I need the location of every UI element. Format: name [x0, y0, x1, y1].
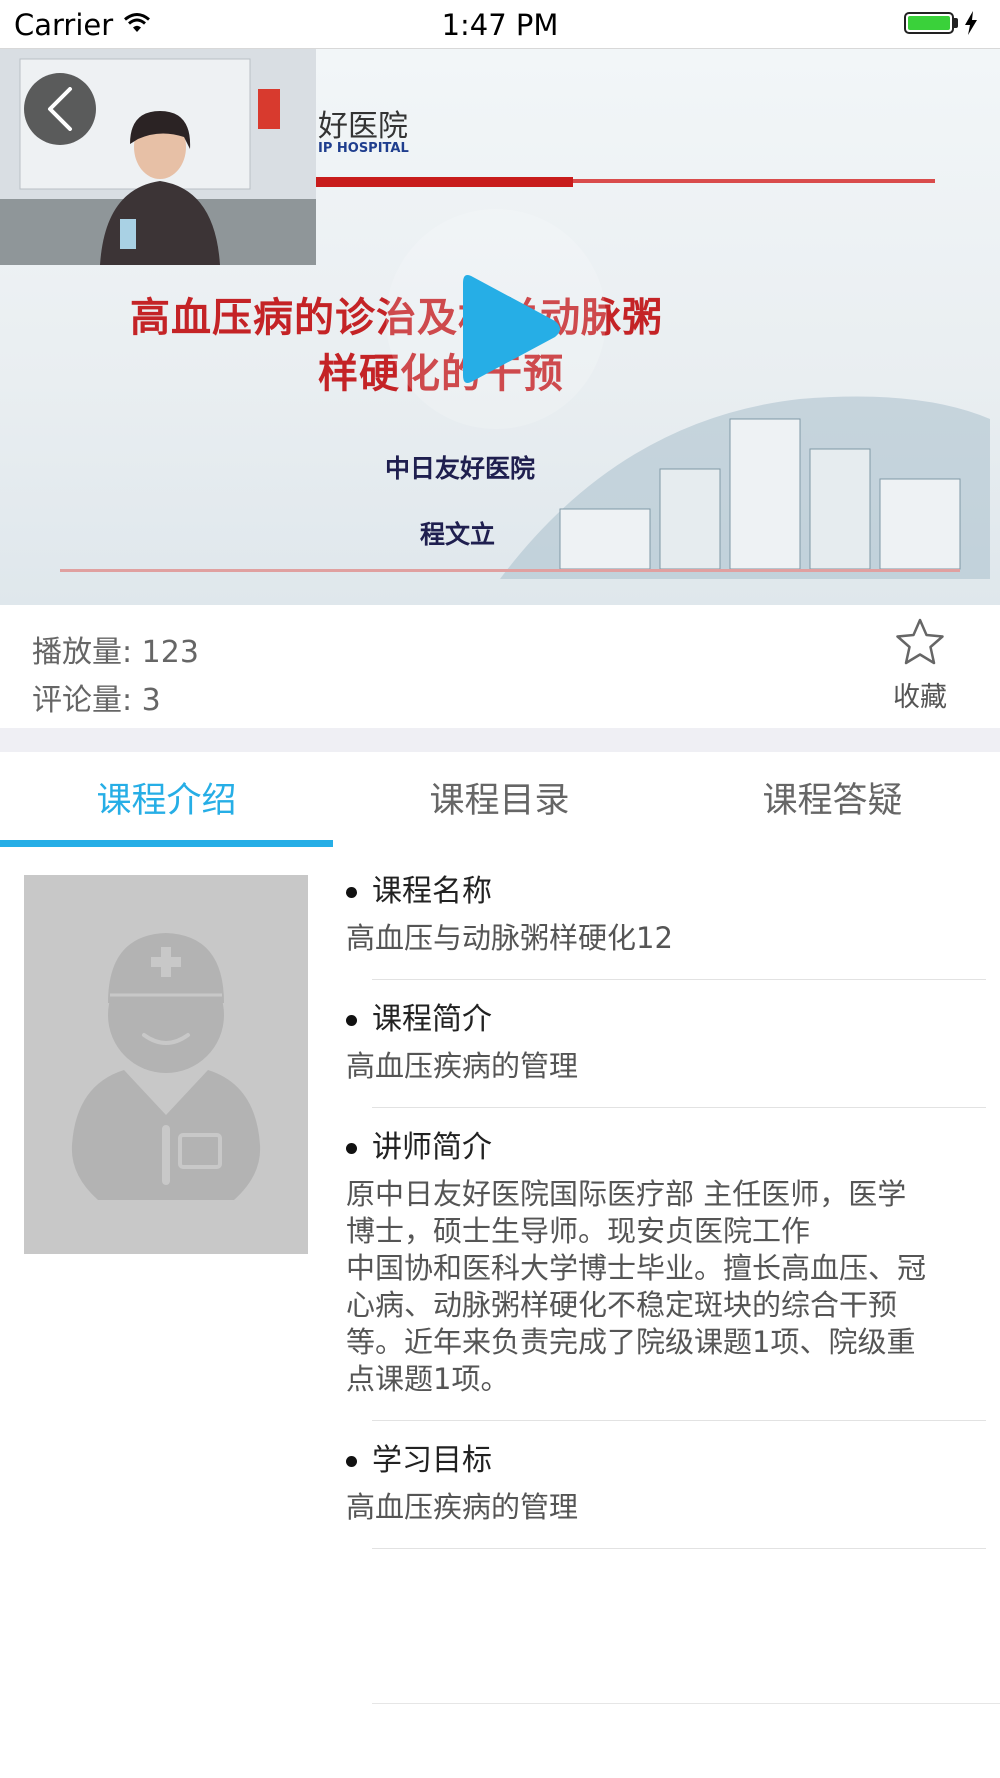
- play-count: 播放量: 123: [32, 635, 199, 670]
- active-tab-indicator: [0, 840, 333, 847]
- section-separator: [0, 728, 1000, 752]
- back-button[interactable]: [24, 73, 96, 145]
- section-instructor-bio: 讲师简介 原中日友好医院国际医疗部 主任医师，医学 博士，硕士生导师。现安贞医院…: [346, 1126, 986, 1421]
- section-body: 高血压疾病的管理: [346, 1049, 579, 1083]
- section-heading: 学习目标: [346, 1439, 986, 1483]
- tab-course-qa[interactable]: 课程答疑: [666, 752, 999, 848]
- tab-course-intro[interactable]: 课程介绍: [0, 752, 333, 848]
- divider: [372, 1703, 1000, 1704]
- section-body: 高血压与动脉粥样硬化12: [346, 921, 673, 955]
- section-learning-goals: 学习目标 高血压疾病的管理: [346, 1439, 986, 1549]
- comment-count: 评论量: 3: [32, 683, 161, 718]
- section-title: 学习目标: [372, 1443, 492, 1478]
- hospital-building-image: [500, 396, 990, 579]
- slide-presenter-name: 程文立: [420, 520, 496, 549]
- section-body: 高血压疾病的管理: [346, 1490, 579, 1524]
- slide-bottom-rule: [60, 569, 960, 572]
- section-title: 课程简介: [372, 1002, 492, 1037]
- section-heading: 课程名称: [346, 870, 986, 914]
- divider: [372, 1420, 986, 1421]
- tab-course-catalog[interactable]: 课程目录: [333, 752, 666, 848]
- charging-icon: [964, 11, 978, 39]
- instructor-avatar: [24, 875, 308, 1254]
- section-course-name: 课程名称 高血压与动脉粥样硬化12: [346, 870, 986, 980]
- battery-tip: [954, 18, 958, 28]
- slide-hospital-name: 中日友好医院: [385, 454, 536, 483]
- star-icon: [896, 618, 944, 665]
- divider: [372, 1107, 986, 1108]
- video-player[interactable]: 好医院 IP HOSPITAL 高血压病的诊治及相关动脉粥 样硬化的干预 中日友…: [0, 49, 1000, 605]
- status-bar: Carrier 1:47 PM: [0, 0, 1000, 49]
- section-heading: 课程简介: [346, 998, 986, 1042]
- course-stats: 播放量: 123 评论量: 3 收藏: [0, 605, 1000, 728]
- slide-logo-subtitle: IP HOSPITAL: [318, 141, 409, 156]
- favorite-button[interactable]: 收藏: [880, 617, 960, 714]
- tab-bar: 课程介绍 课程目录 课程答疑: [0, 752, 1000, 848]
- back-icon: [48, 87, 72, 131]
- battery-icon: [904, 12, 954, 34]
- section-title: 讲师简介: [372, 1130, 492, 1165]
- divider: [372, 1548, 986, 1549]
- divider: [372, 979, 986, 980]
- slide-logo: 好医院: [318, 109, 408, 144]
- slide-rule-accent: [315, 177, 573, 187]
- course-details: 课程名称 高血压与动脉粥样硬化12 课程简介 高血压疾病的管理 讲师简介 原中日…: [346, 870, 986, 1567]
- clock: 1:47 PM: [441, 8, 559, 42]
- section-heading: 讲师简介: [346, 1126, 986, 1170]
- section-title: 课程名称: [372, 874, 492, 909]
- play-icon[interactable]: [455, 269, 565, 389]
- section-course-summary: 课程简介 高血压疾病的管理: [346, 998, 986, 1108]
- section-body: 原中日友好医院国际医疗部 主任医师，医学 博士，硕士生导师。现安贞医院工作 中国…: [346, 1177, 927, 1396]
- doctor-avatar-icon: [24, 875, 308, 1254]
- favorite-label: 收藏: [893, 682, 947, 713]
